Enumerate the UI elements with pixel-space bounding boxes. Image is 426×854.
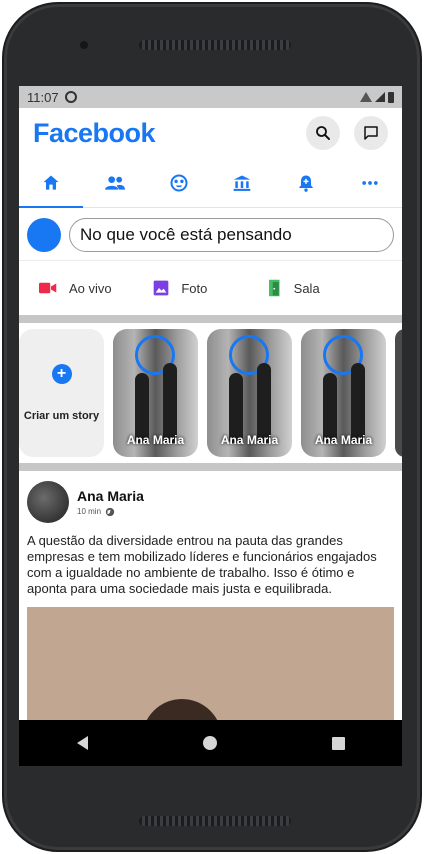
home-button-icon[interactable] bbox=[202, 736, 217, 750]
tab-marketplace[interactable] bbox=[210, 158, 274, 207]
room-button[interactable]: Sala bbox=[268, 279, 382, 297]
marketplace-icon bbox=[234, 175, 251, 191]
live-label: Ao vivo bbox=[69, 280, 112, 296]
wifi-icon bbox=[360, 92, 372, 102]
app-bar-actions bbox=[306, 116, 388, 150]
story-card[interactable]: Ana Maria bbox=[207, 329, 292, 457]
story-figure bbox=[257, 363, 271, 443]
feed-post: Ana Maria 10 min A questão da diversidad… bbox=[19, 471, 402, 727]
story-card-partial[interactable] bbox=[395, 329, 402, 457]
tab-more[interactable] bbox=[338, 158, 402, 207]
post-subline: 10 min bbox=[77, 507, 144, 517]
tab-friends[interactable] bbox=[83, 158, 147, 207]
stories-row: + Criar um story Ana Maria Ana Maria Ana… bbox=[19, 323, 402, 463]
room-icon bbox=[268, 279, 282, 297]
earpiece-speaker bbox=[139, 40, 291, 50]
messenger-button[interactable] bbox=[354, 116, 388, 150]
tab-notifications[interactable] bbox=[274, 158, 338, 207]
bottom-speaker bbox=[139, 816, 291, 826]
post-time: 10 min bbox=[77, 507, 102, 516]
quick-actions: Ao vivo Foto Sala bbox=[19, 261, 402, 315]
groups-icon bbox=[170, 174, 188, 191]
app-bar: Facebook bbox=[19, 108, 402, 158]
room-label: Sala bbox=[293, 280, 320, 296]
system-nav-bar bbox=[19, 720, 402, 766]
create-story-card[interactable]: + Criar um story bbox=[19, 329, 104, 457]
chat-icon bbox=[364, 126, 378, 140]
post-author-avatar[interactable] bbox=[27, 481, 69, 523]
add-story-icon: + bbox=[51, 364, 72, 384]
back-icon[interactable] bbox=[76, 736, 88, 750]
home-icon bbox=[43, 175, 59, 190]
live-video-button[interactable]: Ao vivo bbox=[39, 281, 153, 296]
brand-logo: Facebook bbox=[33, 117, 156, 148]
video-icon bbox=[39, 281, 57, 295]
more-icon bbox=[362, 180, 378, 185]
status-bar: 11:07 bbox=[19, 86, 402, 108]
post-author-name[interactable]: Ana Maria bbox=[77, 488, 144, 504]
whats-on-your-mind-input[interactable]: No que você está pensando bbox=[69, 218, 394, 252]
sync-icon bbox=[64, 91, 77, 103]
status-time: 11:07 bbox=[27, 89, 59, 105]
story-name: Ana Maria bbox=[314, 433, 373, 447]
photo-button[interactable]: Foto bbox=[153, 280, 267, 296]
section-divider bbox=[19, 463, 402, 471]
story-name: Ana Maria bbox=[126, 433, 185, 447]
notifications-icon bbox=[299, 175, 313, 192]
friends-icon bbox=[104, 175, 125, 190]
create-story-label: Criar um story bbox=[23, 410, 100, 422]
search-button[interactable] bbox=[306, 116, 340, 150]
story-figure bbox=[163, 363, 177, 443]
tab-bar bbox=[19, 158, 402, 208]
photo-label: Foto bbox=[181, 280, 208, 296]
signal-icon bbox=[375, 92, 385, 102]
post-header: Ana Maria 10 min bbox=[19, 471, 402, 529]
post-composer: No que você está pensando bbox=[19, 208, 402, 261]
section-divider bbox=[19, 315, 402, 323]
globe-icon bbox=[105, 507, 115, 516]
story-figure bbox=[351, 363, 365, 443]
story-card[interactable]: Ana Maria bbox=[301, 329, 386, 457]
post-image[interactable] bbox=[27, 607, 394, 727]
tab-groups[interactable] bbox=[147, 158, 211, 207]
search-icon bbox=[316, 126, 330, 140]
battery-icon bbox=[388, 91, 394, 103]
status-icons bbox=[360, 91, 394, 103]
screen: 11:07 Facebook No que você está pensando… bbox=[19, 86, 402, 766]
story-name: Ana Maria bbox=[220, 433, 279, 447]
front-camera bbox=[80, 41, 88, 49]
composer-placeholder: No que você está pensando bbox=[80, 225, 292, 244]
tab-home[interactable] bbox=[19, 158, 83, 208]
post-text: A questão da diversidade entrou na pauta… bbox=[27, 533, 377, 596]
post-meta: Ana Maria 10 min bbox=[77, 488, 144, 517]
photo-icon bbox=[153, 280, 169, 296]
recent-apps-icon[interactable] bbox=[331, 736, 345, 750]
avatar[interactable] bbox=[27, 218, 61, 252]
story-card[interactable]: Ana Maria bbox=[113, 329, 198, 457]
